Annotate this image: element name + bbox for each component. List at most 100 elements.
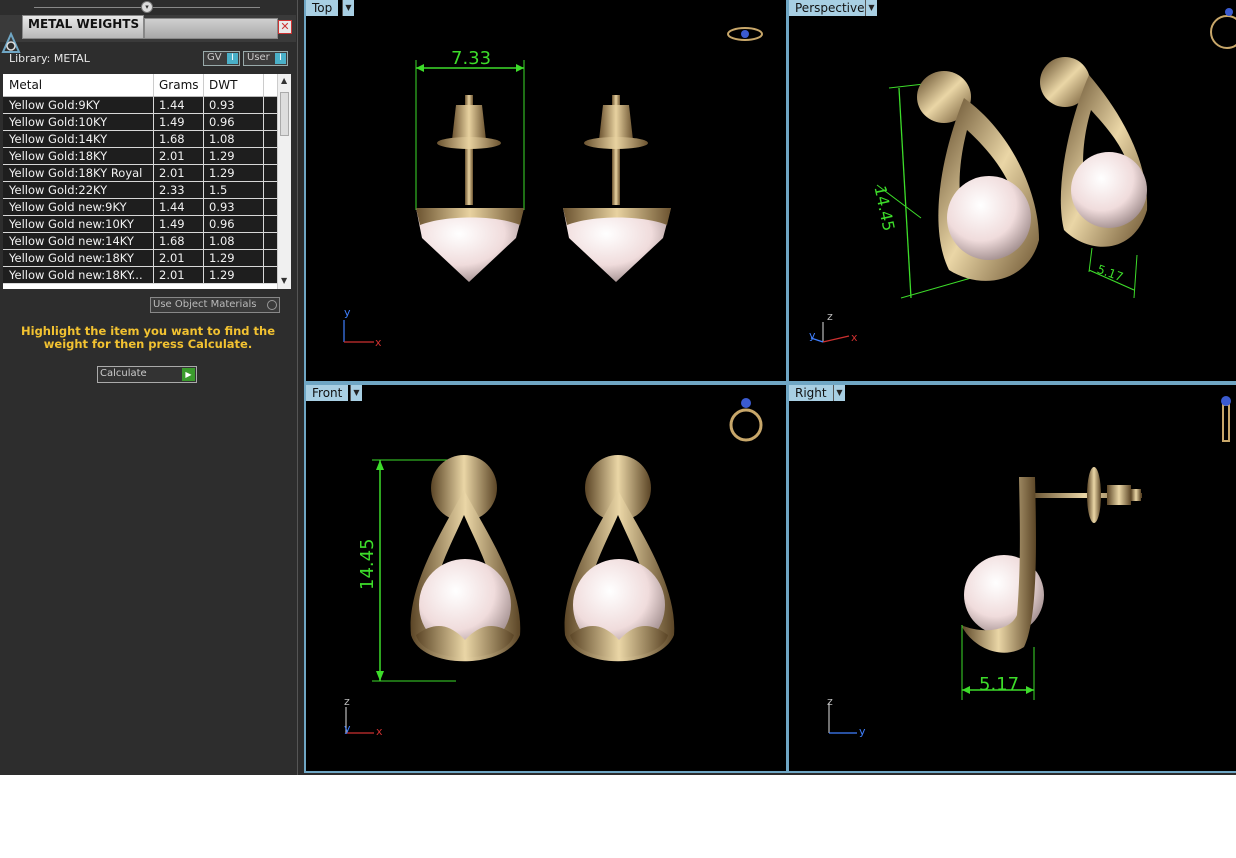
column-divider [203, 165, 204, 181]
cell-dwt: 1.29 [209, 166, 235, 180]
table-row[interactable]: Yellow Gold new:10KY 1.49 0.96 [3, 216, 278, 233]
play-arrow-icon: ▶ [182, 368, 195, 381]
cell-metal: Yellow Gold:18KY Royal [9, 166, 143, 180]
front-view-canvas [345, 398, 763, 734]
table-row[interactable]: Yellow Gold new:9KY 1.44 0.93 [3, 199, 278, 216]
axis-y-label: y [344, 722, 351, 735]
viewport-perspective[interactable]: Perspective ▼ 14.45 5.17 z y x [789, 0, 1236, 381]
column-divider [153, 148, 154, 164]
table-row[interactable]: Yellow Gold new:18KY 2.01 1.29 [3, 250, 278, 267]
app-logo-icon [1, 32, 21, 53]
cell-dwt: 1.08 [209, 234, 235, 248]
viewport-tab-front[interactable]: Front [306, 385, 349, 401]
column-divider [203, 216, 204, 232]
table-row[interactable]: Yellow Gold:22KY 2.33 1.5 [3, 182, 278, 199]
cell-grams: 2.01 [159, 268, 185, 282]
viewport-front[interactable]: Front ▼ 14.45 z y x [306, 385, 786, 771]
table-scrollbar[interactable]: ▲ ▼ [277, 74, 291, 289]
column-divider [153, 233, 154, 249]
axis-x-label: x [851, 331, 858, 344]
earring-side-profile [961, 467, 1142, 653]
axis-z-label: z [827, 310, 833, 323]
table-row[interactable]: Yellow Gold:10KY 1.49 0.96 [3, 114, 278, 131]
cell-dwt: 1.29 [209, 268, 235, 282]
panel-title-tab[interactable]: METAL WEIGHTS [22, 15, 144, 39]
cell-grams: 2.33 [159, 183, 185, 197]
scroll-down-icon[interactable]: ▼ [281, 276, 287, 285]
axis-z-label: z [344, 695, 350, 708]
calculate-button[interactable]: Calculate ▶ [97, 366, 197, 383]
cell-metal: Yellow Gold:9KY [9, 98, 100, 112]
column-divider [263, 97, 264, 113]
cell-dwt: 1.08 [209, 132, 235, 146]
close-button[interactable]: ✕ [278, 20, 292, 34]
column-divider [153, 165, 154, 181]
column-header-dwt[interactable]: DWT [209, 78, 237, 92]
column-divider [263, 233, 264, 249]
column-divider [153, 114, 154, 130]
viewport-top[interactable]: Top ▼ 7.33 y x [306, 0, 786, 381]
use-object-materials-button[interactable]: Use Object Materials [150, 297, 280, 313]
library-label: Library: METAL [9, 52, 90, 65]
cell-grams: 1.49 [159, 217, 185, 231]
user-label: User [247, 52, 270, 63]
table-row[interactable]: Yellow Gold new:14KY 1.68 1.08 [3, 233, 278, 250]
table-body: Yellow Gold:9KY 1.44 0.93 Yellow Gold:10KY 1… [3, 97, 278, 284]
top-view-canvas [343, 27, 763, 343]
ring-preview-icon [727, 27, 763, 41]
column-divider [263, 148, 264, 164]
cell-grams: 1.44 [159, 98, 185, 112]
user-toggle-icon: I [275, 53, 286, 64]
cell-metal: Yellow Gold new:10KY [9, 217, 134, 231]
column-divider [203, 97, 204, 113]
cell-metal: Yellow Gold:22KY [9, 183, 108, 197]
viewport-menu-perspective[interactable]: ▼ [865, 0, 877, 16]
radio-icon [267, 300, 277, 310]
cell-grams: 1.68 [159, 234, 185, 248]
cell-dwt: 0.96 [209, 115, 235, 129]
app-window: ▾ METAL WEIGHTS ✕ Library: METAL GV I Us… [0, 0, 1236, 775]
panel-slider-knob[interactable]: ▾ [141, 1, 153, 13]
user-toggle-button[interactable]: User I [243, 51, 288, 66]
cell-dwt: 1.5 [209, 183, 228, 197]
right-view-canvas [828, 396, 1231, 734]
cell-grams: 2.01 [159, 251, 185, 265]
viewport-menu-top[interactable]: ▼ [342, 0, 354, 16]
viewport-tab-top[interactable]: Top [306, 0, 339, 16]
viewport-tab-right[interactable]: Right [789, 385, 833, 401]
column-divider [203, 131, 204, 147]
table-row[interactable]: Yellow Gold new:18KY... 2.01 1.29 [3, 267, 278, 284]
column-divider [153, 199, 154, 215]
gv-toggle-button[interactable]: GV I [203, 51, 240, 66]
column-divider [203, 182, 204, 198]
column-divider [203, 199, 204, 215]
viewport-right[interactable]: Right ▼ 5.17 z y [789, 385, 1236, 771]
table-row[interactable]: Yellow Gold:18KY Royal 2.01 1.29 [3, 165, 278, 182]
table-row[interactable]: Yellow Gold:14KY 1.68 1.08 [3, 131, 278, 148]
axis-x-label: x [376, 725, 383, 738]
cell-dwt: 1.29 [209, 251, 235, 265]
gv-toggle-icon: I [227, 53, 238, 64]
column-divider [263, 182, 264, 198]
column-divider [203, 114, 204, 130]
cell-dwt: 0.93 [209, 200, 235, 214]
column-divider [263, 114, 264, 130]
column-divider [263, 165, 264, 181]
earring-front-right [564, 455, 675, 662]
cell-grams: 2.01 [159, 166, 185, 180]
table-row[interactable]: Yellow Gold:18KY 2.01 1.29 [3, 148, 278, 165]
column-divider [153, 182, 154, 198]
scroll-up-icon[interactable]: ▲ [281, 76, 287, 85]
viewport-menu-right[interactable]: ▼ [833, 385, 845, 401]
earring-top-right [563, 95, 671, 282]
viewport-menu-front[interactable]: ▼ [350, 385, 362, 401]
scroll-thumb[interactable] [280, 92, 289, 136]
perspective-view-canvas [810, 8, 1236, 343]
column-divider [203, 148, 204, 164]
column-header-grams[interactable]: Grams [159, 78, 199, 92]
table-row[interactable]: Yellow Gold:9KY 1.44 0.93 [3, 97, 278, 114]
viewport-tab-perspective[interactable]: Perspective [789, 0, 871, 16]
column-divider [203, 233, 204, 249]
calculate-label: Calculate [100, 368, 147, 379]
column-header-metal[interactable]: Metal [9, 78, 42, 92]
